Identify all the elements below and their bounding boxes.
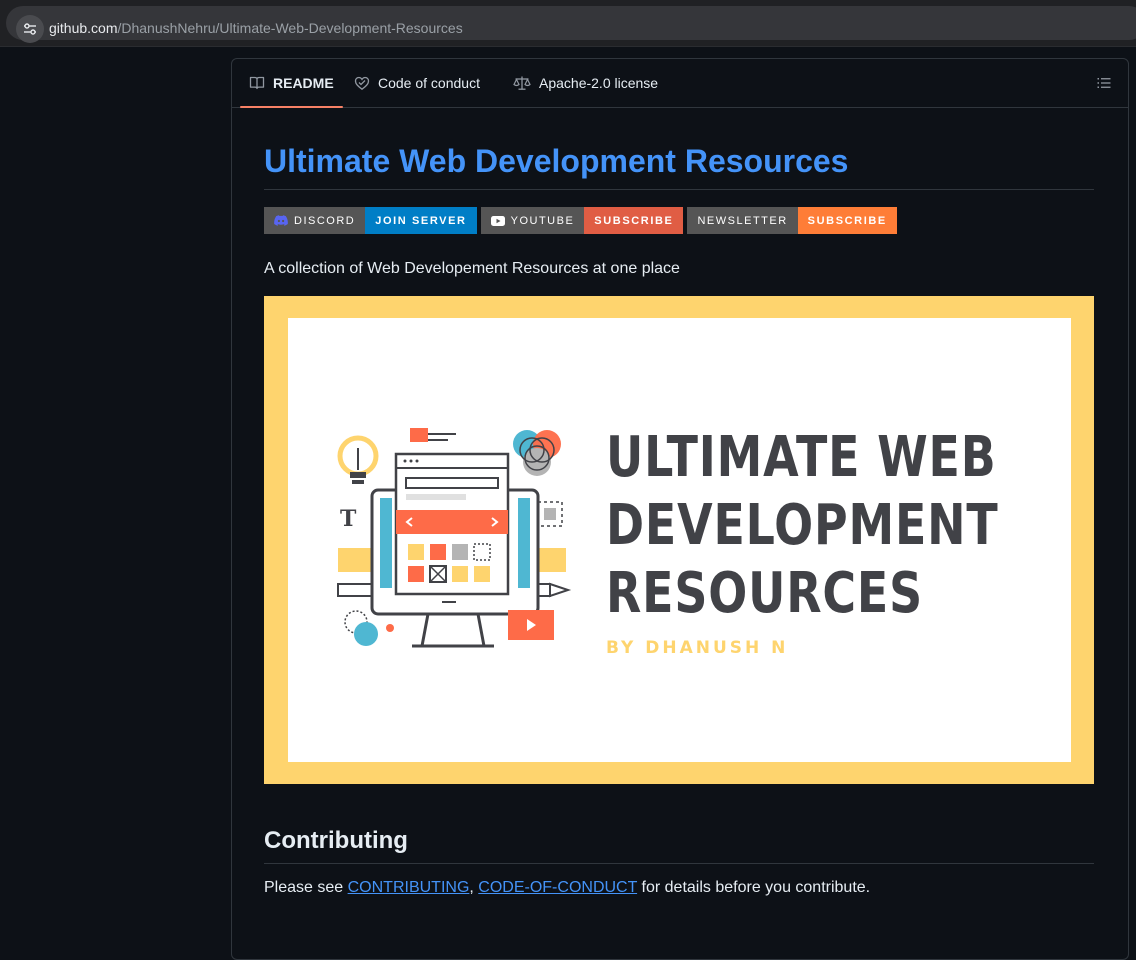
outline-button[interactable] [1096,75,1112,91]
contributing-text-before: Please see [264,879,348,896]
youtube-badge-label: YOUTUBE [480,207,585,234]
newsletter-badge-label: NEWSLETTER [687,207,798,234]
list-unordered-icon [1097,78,1111,88]
url-host: github.com [49,20,118,36]
site-settings-button[interactable] [16,15,44,43]
banner-title-line1: ULTIMATE WEB [606,425,997,490]
web-dev-illustration: T [337,428,572,648]
code-of-conduct-icon [354,76,370,91]
readme-tabs: README Code of conduct Apache-2.0 licens… [232,59,1128,108]
banner-title-line3: RESOURCES [606,561,924,626]
discord-badge-label: DISCORD [264,207,366,234]
contributing-separator: , [469,879,479,896]
banner-title-line2: DEVELOPMENT [606,493,999,558]
discord-badge-action: JOIN SERVER [365,207,477,234]
banner-inner: T ULTIMATE WEB DEVELOPMENT RESOURCES BY … [288,318,1071,762]
svg-text:T: T [340,506,357,532]
contributing-heading: Contributing [264,827,408,854]
newsletter-badge-action: SUBSCRIBE [797,207,897,234]
newsletter-badge[interactable]: NEWSLETTER SUBSCRIBE [687,207,897,234]
youtube-icon [490,215,505,226]
banner-image: T ULTIMATE WEB DEVELOPMENT RESOURCES BY … [264,296,1094,784]
readme-description: A collection of Web Developement Resourc… [264,260,680,277]
contributing-text: Please see CONTRIBUTING, CODE-OF-CONDUCT… [264,879,870,897]
newsletter-badge-left-text: NEWSLETTER [697,214,788,227]
tune-icon [24,23,36,35]
discord-icon [274,215,288,226]
contributing-link[interactable]: CONTRIBUTING [348,879,470,896]
browser-toolbar: github.com/DhanushNehru/Ultimate-Web-Dev… [0,0,1136,47]
tab-readme[interactable]: README [240,59,343,108]
title-divider [264,189,1094,190]
banner-byline: BY DHANUSH N [606,638,789,658]
youtube-badge-action: SUBSCRIBE [584,207,684,234]
youtube-badge[interactable]: YOUTUBE SUBSCRIBE [480,207,684,234]
law-icon [513,76,531,90]
readme-panel: README Code of conduct Apache-2.0 licens… [231,58,1129,960]
code-of-conduct-link[interactable]: CODE-OF-CONDUCT [478,879,637,896]
banner-title: ULTIMATE WEB DEVELOPMENT RESOURCES [606,424,999,628]
contributing-text-after: for details before you contribute. [637,879,871,896]
readme-title: Ultimate Web Development Resources [264,143,849,179]
tab-license[interactable]: Apache-2.0 license [513,59,658,107]
discord-badge[interactable]: DISCORD JOIN SERVER [264,207,477,234]
youtube-badge-left-text: YOUTUBE [510,214,575,227]
badge-row: DISCORD JOIN SERVER YOUTUBE SUBSCRIBE NE… [264,207,897,234]
tab-code-of-conduct[interactable]: Code of conduct [354,59,480,107]
tab-license-label: Apache-2.0 license [539,75,659,91]
tab-code-of-conduct-label: Code of conduct [378,75,480,91]
url-text[interactable]: github.com/DhanushNehru/Ultimate-Web-Dev… [49,20,463,36]
contributing-divider [264,863,1094,864]
address-bar[interactable]: github.com/DhanushNehru/Ultimate-Web-Dev… [6,6,1136,43]
discord-badge-left-text: DISCORD [294,214,356,227]
book-icon [249,76,265,90]
url-path: /DhanushNehru/Ultimate-Web-Development-R… [117,20,463,36]
tab-readme-label: README [273,75,334,91]
